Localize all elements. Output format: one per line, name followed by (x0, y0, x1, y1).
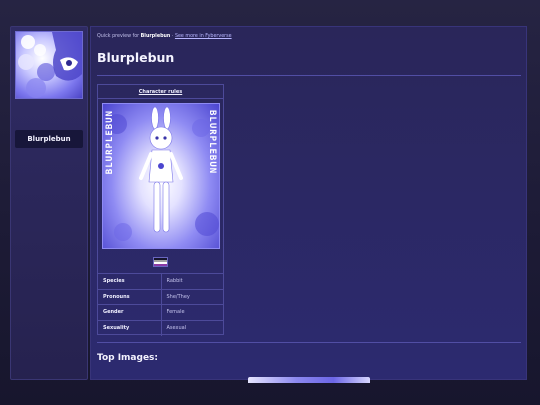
breadcrumb-separator: · (171, 34, 174, 39)
top-images-heading: Top Images: (97, 353, 159, 363)
see-more-link[interactable]: See more in Fyberverse (175, 34, 232, 39)
card-header: Character rules (98, 85, 223, 99)
row-key: Species (98, 273, 162, 289)
avatar-art-image (18, 32, 82, 98)
character-art-image (107, 106, 219, 241)
main-panel: Quick preview for Blurplebun · See more … (90, 26, 527, 383)
top-image-thumbnail[interactable] (248, 377, 370, 383)
ref-text-left: BLURPLEBUN (105, 110, 115, 175)
breadcrumb-name: Blurplebun (140, 34, 171, 39)
profile-name: Blurplebun (27, 135, 71, 143)
row-value: Rabbit (161, 273, 223, 289)
avatar[interactable] (15, 31, 83, 99)
breadcrumb: Quick preview for Blurplebun · See more … (97, 34, 232, 39)
table-row: Gender Female (98, 304, 223, 320)
row-key: Pronouns (98, 288, 162, 305)
divider (97, 75, 521, 76)
row-value: She/They (161, 288, 223, 305)
character-info-table: Species Rabbit Pronouns She/They Gender … (98, 273, 223, 336)
page-title: Blurplebun (97, 50, 175, 65)
row-value: Female (161, 304, 223, 320)
character-card: Character rules BLURPLEBUN BLURPLEBUN Sp… (97, 84, 224, 336)
divider (97, 342, 521, 343)
table-row: Species Rabbit (98, 273, 223, 289)
row-value: Asexual (161, 319, 223, 336)
profile-name-box[interactable]: Blurplebun (15, 130, 83, 148)
row-key: Gender (98, 304, 162, 320)
table-row: Sexuality Asexual (98, 319, 223, 336)
profile-sidebar: Blurplebun (10, 26, 88, 380)
table-row: Pronouns She/They (98, 288, 223, 305)
ref-text-right: BLURPLEBUN (207, 110, 217, 175)
reference-image[interactable]: BLURPLEBUN BLURPLEBUN (102, 103, 220, 249)
breadcrumb-prefix: Quick preview for (97, 34, 140, 39)
row-key: Sexuality (98, 319, 162, 336)
asexual-flag-icon (153, 257, 168, 267)
character-rules-link[interactable]: Character rules (139, 89, 183, 95)
